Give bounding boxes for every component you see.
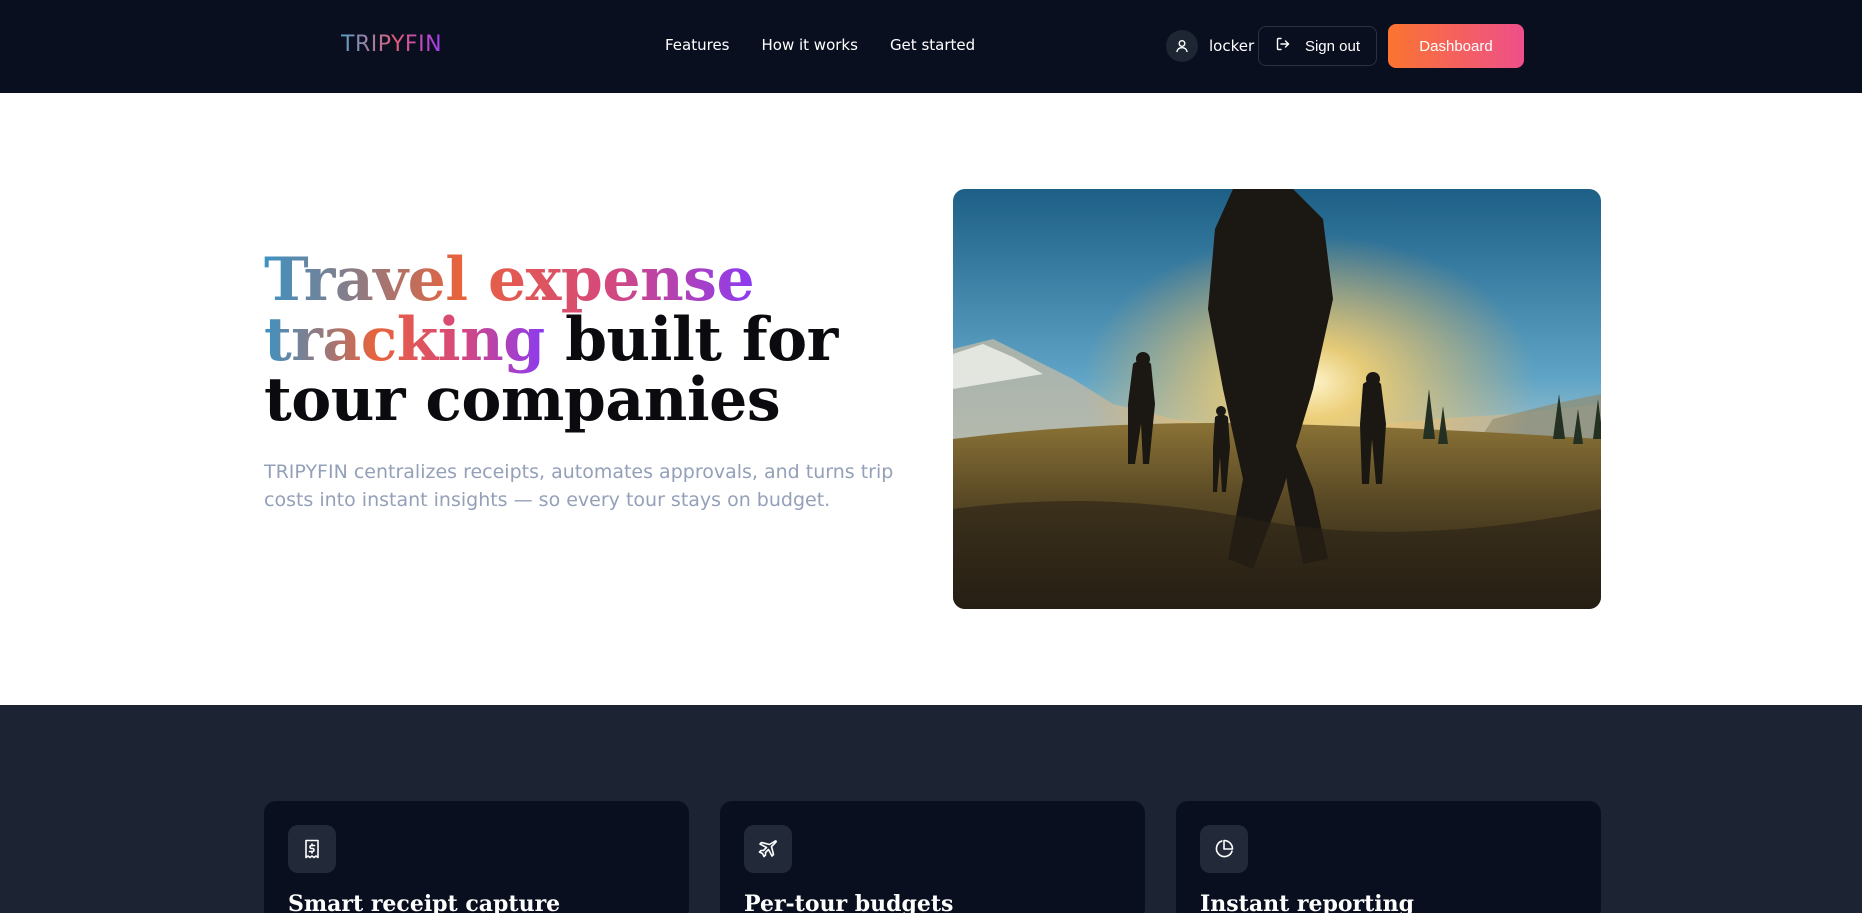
logo[interactable]: TRIPYFIN	[341, 32, 442, 57]
nav-link-how-it-works[interactable]: How it works	[762, 36, 858, 54]
feature-card-budgets: Per-tour budgets	[720, 801, 1145, 913]
receipt-icon	[288, 825, 336, 873]
hero-subtitle: TRIPYFIN centralizes receipts, automates…	[264, 461, 894, 511]
sign-out-button[interactable]: Sign out	[1258, 26, 1377, 66]
feature-title-budgets: Per-tour budgets	[744, 891, 954, 913]
hero-image	[953, 189, 1601, 609]
hero-title: Travel expense tracking built for tour com…	[264, 250, 884, 430]
sign-out-label: Sign out	[1304, 37, 1361, 55]
pie-chart-icon	[1200, 825, 1248, 873]
plane-icon	[744, 825, 792, 873]
feature-card-reporting: Instant reporting	[1176, 801, 1601, 913]
dashboard-button[interactable]: Dashboard	[1388, 24, 1524, 68]
feature-title-reporting: Instant reporting	[1200, 891, 1415, 913]
hero-title-rest-2: tour companies	[264, 365, 781, 435]
user-icon	[1166, 30, 1198, 62]
feature-card-receipt: Smart receipt capture	[264, 801, 689, 913]
user-menu[interactable]: locker	[1166, 30, 1254, 62]
nav-link-features[interactable]: Features	[665, 36, 730, 54]
username: locker	[1209, 37, 1255, 55]
feature-title-receipt: Smart receipt capture	[288, 891, 561, 913]
nav-links: Features How it works Get started	[665, 36, 975, 54]
sign-out-icon	[1275, 36, 1291, 56]
top-nav: TRIPYFIN Features How it works Get start…	[0, 0, 1862, 93]
nav-link-get-started[interactable]: Get started	[890, 36, 975, 54]
